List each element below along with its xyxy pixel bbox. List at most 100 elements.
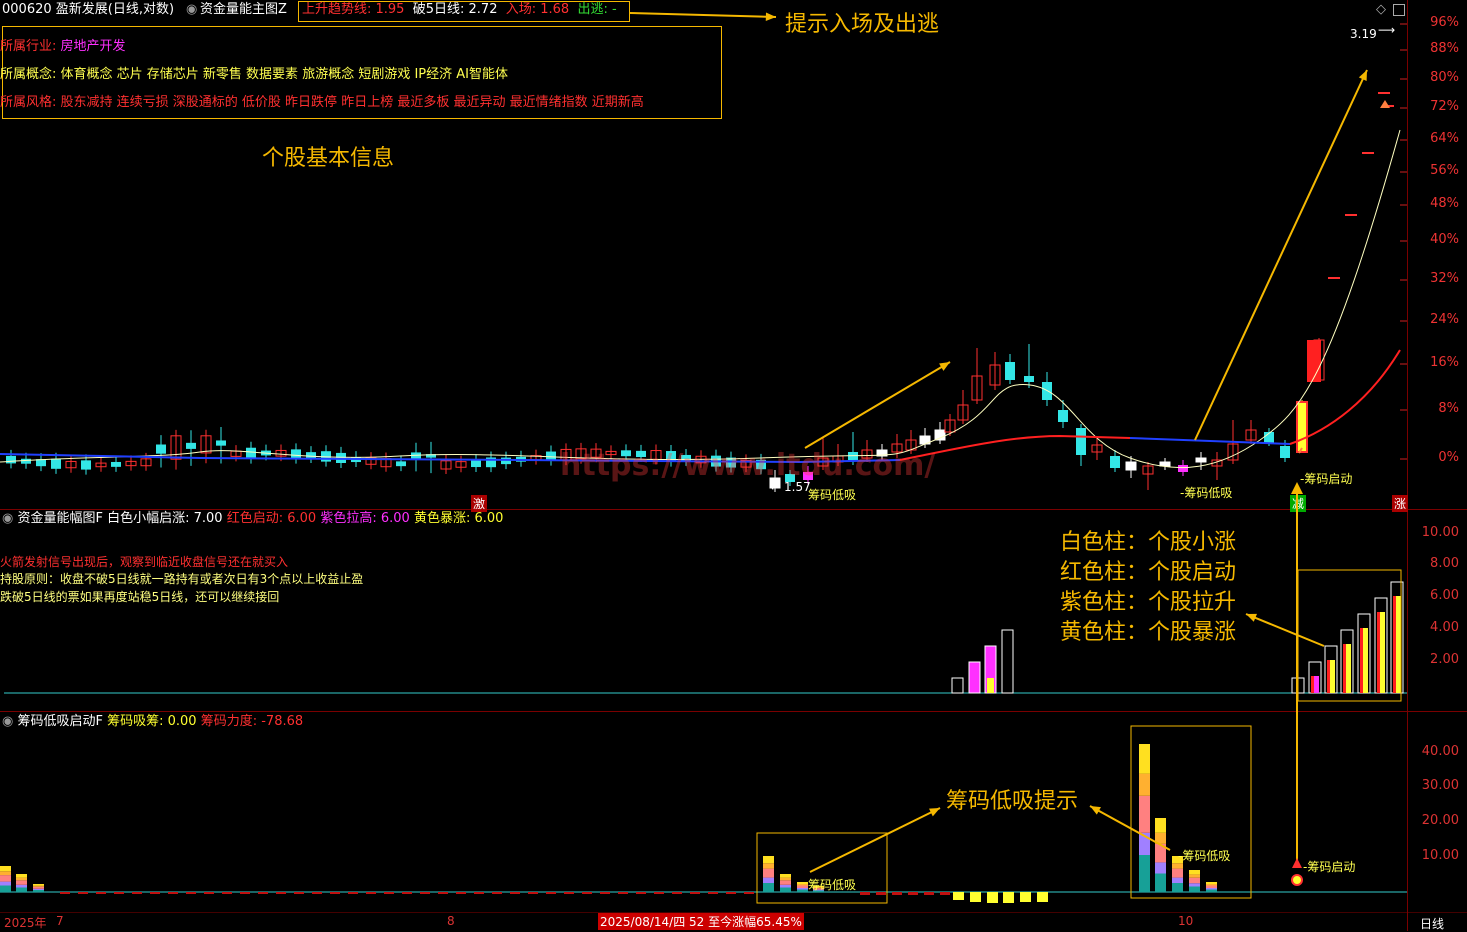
y-tick-24: 24% (1430, 312, 1459, 327)
p3-neg-bar (528, 892, 538, 894)
legend-yellow: 黄色柱：个股暴涨 (1060, 620, 1237, 645)
p3-bar (33, 885, 44, 887)
footer-year: 2025年 (4, 916, 47, 930)
p3-neg-bar (708, 892, 718, 894)
p3-neg-bar (726, 892, 736, 894)
p3-neg-bar (492, 892, 502, 894)
p3-bar (1206, 885, 1217, 888)
p2-tick-6: 6.00 (1430, 588, 1459, 603)
y-tick-72: 72% (1430, 99, 1459, 114)
p3-neg-bar (744, 892, 754, 894)
p3-yellow-bar (953, 892, 964, 900)
y-tick-8: 8% (1438, 401, 1459, 416)
p3-bar (1206, 882, 1217, 884)
p2-bar-stripe (1327, 660, 1330, 693)
y-tick-64: 64% (1430, 131, 1459, 146)
p3-neg-bar (204, 892, 214, 894)
p3-bar (1206, 888, 1217, 890)
legend-purple: 紫色柱：个股拉升 (1060, 590, 1237, 615)
p3-neg-bar (474, 892, 484, 894)
p3-neg-bar (940, 892, 950, 895)
p2-bar-stripe (1393, 596, 1396, 693)
p3-neg-bar (186, 892, 196, 894)
p3-bar (1139, 795, 1150, 833)
p3-bar (0, 866, 11, 872)
panel3-val-absorb: 筹码吸筹: 0.00 (107, 714, 197, 729)
p3-bar (780, 880, 791, 885)
footer-period[interactable]: 日线 (1420, 915, 1444, 932)
p3-bar (1189, 886, 1200, 892)
p3-bar (797, 882, 808, 884)
p3-neg-bar (276, 892, 286, 894)
p3-neg-bar (96, 892, 106, 894)
p2-bar-stripe (1360, 628, 1363, 693)
p3-bar (797, 889, 808, 892)
p3-neg-bar (348, 892, 358, 894)
p3-bar (1206, 889, 1217, 892)
p3-yellow-bar (1003, 892, 1014, 903)
p3-bar (16, 880, 27, 885)
p3-yellow-bar (1020, 892, 1031, 902)
p2-tick-4: 4.00 (1430, 620, 1459, 635)
p3-neg-bar (240, 892, 250, 894)
p3-neg-bar (294, 892, 304, 894)
p3-bar (1172, 883, 1183, 892)
p2-tick-10: 10.00 (1421, 525, 1459, 540)
p3-bar (780, 877, 791, 881)
legend-red: 红色柱：个股启动 (1060, 560, 1237, 585)
annotation-chip-low: 筹码低吸提示 (946, 789, 1079, 814)
p3-neg-bar (330, 892, 340, 894)
p3-neg-bar (924, 892, 934, 895)
p3-bar (1172, 877, 1183, 883)
p3-neg-bar (636, 892, 646, 894)
p2-bar-white (951, 677, 964, 694)
p3-neg-bar (420, 892, 430, 894)
p3-neg-bar (384, 892, 394, 894)
p2-bar-purple (968, 661, 981, 694)
p3-bar (16, 887, 27, 892)
panel3-header[interactable]: ◉ 筹码低吸启动F 筹码吸筹: 0.00 筹码力度: -78.68 (2, 714, 303, 730)
p3-neg-bar (78, 892, 88, 894)
p3-neg-bar (546, 892, 556, 894)
arrow-link-head (1291, 482, 1303, 494)
panel2-chart (0, 482, 1407, 904)
p3-tick-10: 10.00 (1421, 848, 1459, 863)
p3-bar (16, 884, 27, 888)
p3-bar (763, 877, 774, 883)
p3-neg-bar (876, 892, 886, 895)
p3-bar (763, 863, 774, 869)
p3-neg-bar (564, 892, 574, 894)
footer-month-10: 10 (1178, 914, 1194, 928)
legend-white: 白色柱：个股小涨 (1060, 530, 1237, 555)
p3-bar (33, 886, 44, 889)
p2-bar-stripe (1311, 676, 1314, 693)
p3-bar (797, 884, 808, 886)
p3-bar (763, 883, 774, 892)
p3-tick-20: 20.00 (1421, 813, 1459, 828)
p3-bar (0, 875, 11, 882)
p3-neg-bar (654, 892, 664, 894)
p3-start-marker (1292, 858, 1302, 868)
p3-bar (763, 868, 774, 878)
panel3-title[interactable]: 筹码低吸启动F (17, 714, 102, 729)
footer-month-7: 7 (56, 914, 64, 928)
p3-bar (1206, 884, 1217, 886)
p3-neg-bar (582, 892, 592, 894)
p2-bar-yellow-in (987, 678, 994, 693)
p3-neg-bar (438, 892, 448, 894)
p3-bar (797, 885, 808, 888)
y-tick-56: 56% (1430, 163, 1459, 178)
p3-chip-low-1: 筹码低吸 (808, 878, 857, 892)
p3-bar (33, 890, 44, 892)
panel3-dot-icon[interactable]: ◉ (2, 714, 13, 729)
p3-neg-bar (366, 892, 376, 894)
footer-status: 2025/08/14/四 52 至今涨幅65.45% (598, 913, 804, 930)
p3-bar (780, 887, 791, 892)
p3-bar (1139, 744, 1150, 774)
p3-bar (1139, 773, 1150, 796)
p3-neg-bar (456, 892, 466, 894)
footer-month-8: 8 (447, 914, 455, 928)
p3-bar (0, 885, 11, 892)
p3-bar (0, 881, 11, 886)
p3-neg-bar (402, 892, 412, 894)
